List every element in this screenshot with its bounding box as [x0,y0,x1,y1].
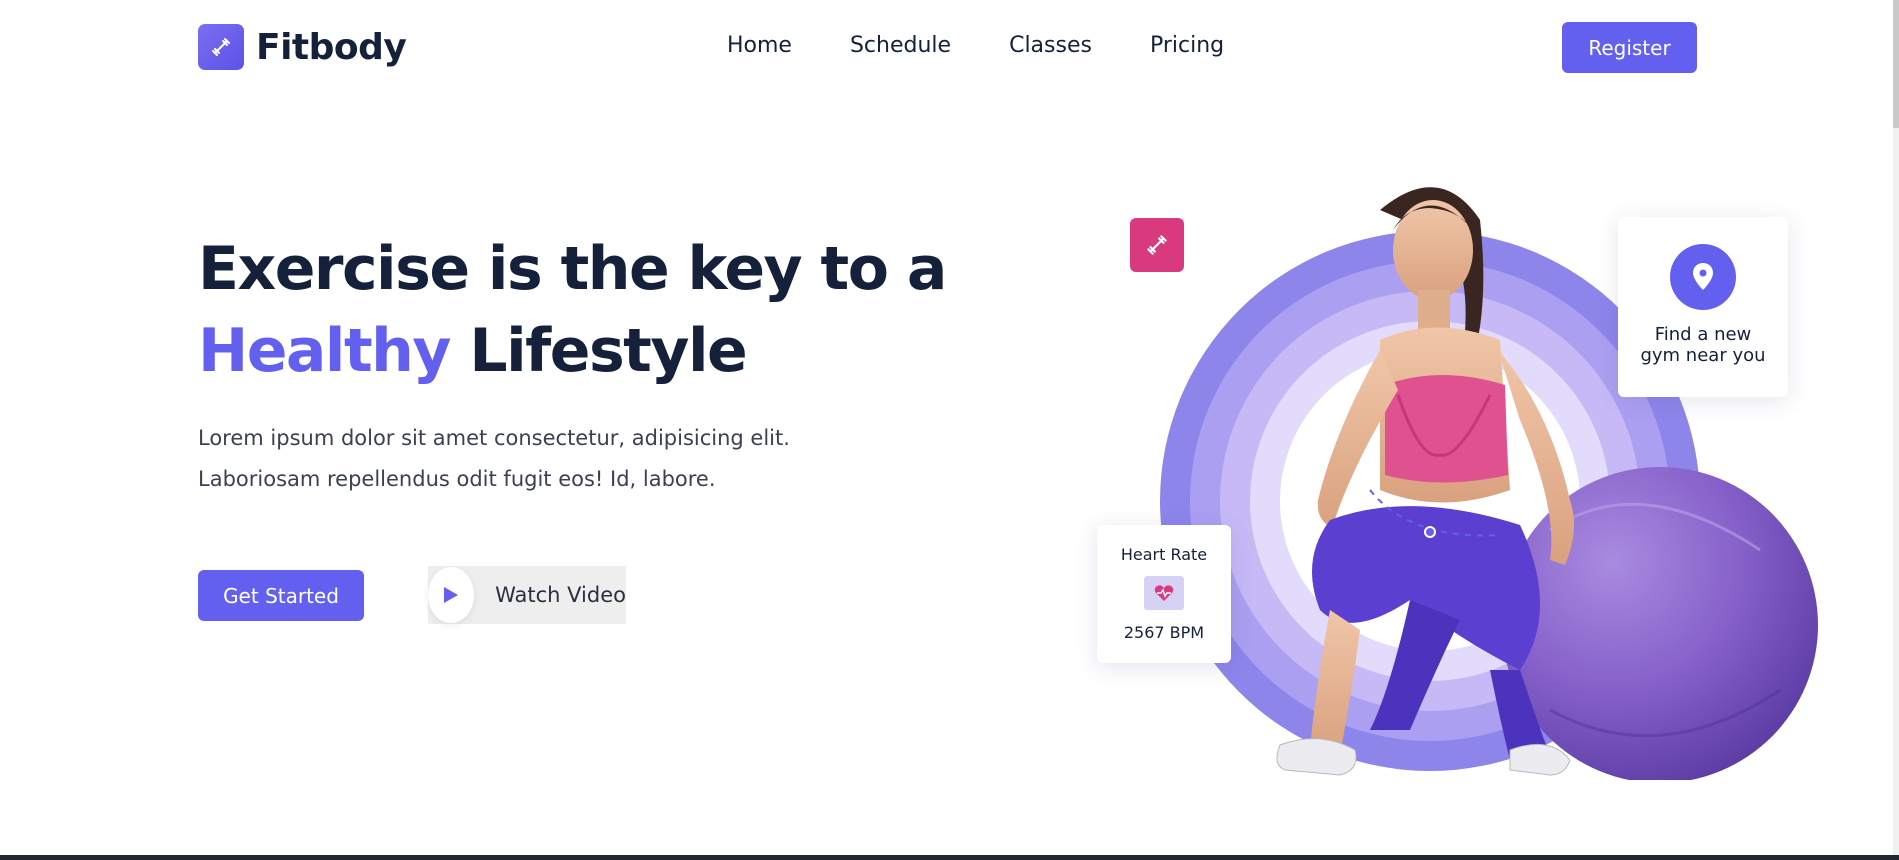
hero-description-line2: Laboriosam repellendus odit fugit eos! I… [198,467,716,491]
nav-home[interactable]: Home [727,33,792,58]
map-pin-icon [1670,244,1736,310]
find-gym-text: Find a new gym near you [1618,324,1788,366]
hero-description-line1: Lorem ipsum dolor sit amet consectetur, … [198,426,790,450]
brand-name: Fitbody [256,26,407,68]
heart-pulse-icon [1144,576,1184,610]
hero-title-accent: Healthy [198,316,451,386]
brand-logo[interactable]: Fitbody [198,24,407,70]
hero-description: Lorem ipsum dolor sit amet consectetur, … [198,418,838,500]
hero-title-line1: Exercise is the key to a [198,234,947,304]
main-nav: Home Schedule Classes Pricing [727,33,1282,58]
hero-title: Exercise is the key to a Healthy Lifesty… [198,228,947,392]
register-button[interactable]: Register [1562,22,1697,73]
hero-title-rest: Lifestyle [449,316,747,386]
page-scrollbar[interactable] [1893,0,1899,855]
get-started-button[interactable]: Get Started [198,570,364,621]
scrollbar-thumb[interactable] [1893,0,1899,128]
next-section-edge [0,855,1899,860]
heart-rate-title: Heart Rate [1120,545,1208,564]
dumbbell-badge-icon [1130,218,1184,272]
watch-video-button[interactable]: Watch Video [428,566,626,624]
find-gym-line1: Find a new [1654,324,1752,345]
nav-schedule[interactable]: Schedule [850,33,951,58]
watch-video-label: Watch Video [495,583,626,607]
heart-rate-card: Heart Rate 2567 BPM [1097,525,1231,663]
find-gym-line2: gym near you [1640,345,1766,366]
nav-classes[interactable]: Classes [1009,33,1092,58]
play-icon[interactable] [428,567,475,623]
dumbbell-icon [198,24,244,70]
heart-rate-value: 2567 BPM [1123,623,1205,642]
find-gym-card[interactable]: Find a new gym near you [1618,217,1788,397]
nav-pricing[interactable]: Pricing [1150,33,1224,58]
